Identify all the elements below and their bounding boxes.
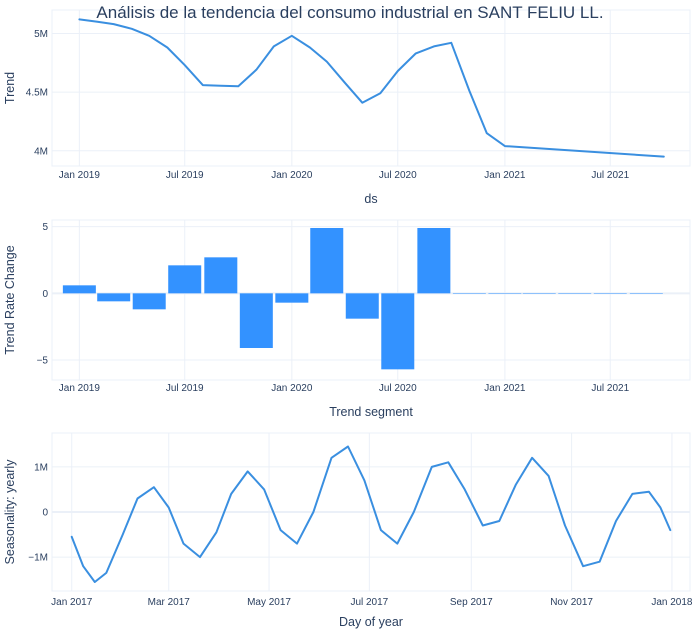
- bar: [417, 228, 451, 294]
- chart-figure: Jan 2019 Jul 2019 Jan 2020 Jul 2020 Jan 2021…: [0, 0, 700, 630]
- x-tick-label: Jan 2019: [59, 170, 101, 181]
- y-tick-label: 5: [42, 222, 48, 233]
- y-axis-title: Trend Rate Change: [3, 245, 17, 354]
- bar: [239, 293, 273, 348]
- x-tick-label: Jan 2019: [59, 383, 101, 394]
- chart-title: Análisis de la tendencia del consumo ind…: [96, 3, 603, 22]
- x-tick-label: Jul 2021: [591, 170, 629, 181]
- bar: [204, 257, 238, 294]
- x-tick-label: Jul 2019: [166, 170, 204, 181]
- bar: [488, 293, 522, 294]
- x-tick-label: Jan 2020: [271, 383, 313, 394]
- chart-svg: Jan 2019 Jul 2019 Jan 2020 Jul 2020 Jan 2021…: [0, 0, 700, 630]
- bar: [345, 293, 379, 319]
- x-tick-label: Jul 2020: [379, 170, 417, 181]
- bar: [275, 293, 309, 303]
- x-tick-label: Jul 2017: [350, 597, 388, 608]
- x-tick-label: Jan 2021: [484, 383, 526, 394]
- x-tick-label: Jan 2018: [651, 597, 693, 608]
- bar: [593, 293, 627, 294]
- x-tick-label: Jul 2021: [591, 383, 629, 394]
- y-tick-label: 0: [42, 508, 48, 519]
- bar: [558, 293, 592, 294]
- y-tick-label: −5: [37, 356, 49, 367]
- bar: [168, 265, 202, 294]
- bar: [452, 293, 486, 294]
- x-tick-label: Nov 2017: [550, 597, 593, 608]
- x-axis-title: ds: [364, 192, 377, 206]
- bar: [132, 293, 166, 310]
- x-axis-title: Day of year: [339, 615, 403, 629]
- x-tick-label: Jul 2019: [166, 383, 204, 394]
- bar: [62, 285, 96, 294]
- x-tick-label: Mar 2017: [148, 597, 191, 608]
- x-tick-label: Jul 2020: [379, 383, 417, 394]
- y-axis-title: Trend: [3, 72, 17, 104]
- x-tick-label: Jan 2017: [51, 597, 93, 608]
- y-tick-label: −1M: [28, 553, 48, 564]
- x-tick-label: Jan 2021: [484, 170, 526, 181]
- y-tick-label: 4.5M: [26, 88, 48, 99]
- x-tick-label: Jan 2020: [271, 170, 313, 181]
- y-axis-title: Seasonality: yearly: [3, 459, 17, 565]
- bar: [522, 293, 556, 294]
- bar: [629, 293, 663, 294]
- y-tick-label: 1M: [34, 462, 48, 473]
- bar: [97, 293, 131, 302]
- bar: [310, 228, 344, 294]
- x-axis-title: Trend segment: [329, 405, 413, 419]
- bar: [381, 293, 415, 370]
- y-tick-label: 5M: [34, 29, 48, 40]
- x-tick-label: May 2017: [247, 597, 291, 608]
- y-tick-label: 4M: [34, 146, 48, 157]
- x-tick-label: Sep 2017: [450, 597, 493, 608]
- y-tick-label: 0: [42, 289, 48, 300]
